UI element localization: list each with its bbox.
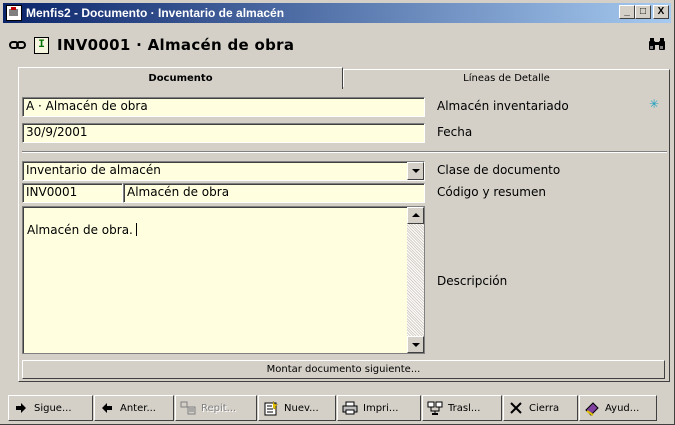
bottom-toolbar: Sigue... Anter... Repit... Nuev... Impri… [8, 395, 658, 423]
maximize-button[interactable]: □ [635, 5, 651, 19]
help-book-icon [584, 400, 600, 416]
scroll-down-icon[interactable] [407, 336, 424, 353]
close-button[interactable]: X [653, 5, 669, 19]
codigo-field[interactable]: INV0001 [22, 183, 123, 203]
descripcion-text: Almacén de obra. [27, 223, 133, 237]
vertical-scrollbar[interactable] [407, 207, 424, 353]
next-document-button[interactable]: Montar documento siguiente... [22, 360, 665, 379]
minimize-button[interactable]: _ [619, 5, 635, 19]
link-icon[interactable] [9, 39, 27, 51]
tab-strip: Documento Líneas de Detalle [18, 67, 670, 89]
arrow-left-icon [99, 400, 115, 416]
imprimir-button[interactable]: Impri... [337, 395, 421, 421]
app-icon[interactable] [6, 5, 22, 21]
anterior-button[interactable]: Anter... [94, 395, 174, 421]
document-header: I INV0001 · Almacén de obra [3, 25, 671, 65]
tab-lineas-detalle[interactable]: Líneas de Detalle [343, 69, 670, 87]
codigo-label: Código y resumen [437, 185, 546, 199]
nuevo-button[interactable]: Nuev... [258, 395, 336, 421]
almacen-field[interactable]: A · Almacén de obra [22, 97, 425, 117]
clase-combo-value: Inventario de almacén [26, 163, 161, 177]
asterisk-icon[interactable]: ✳ [649, 97, 659, 111]
repeat-icon [180, 400, 196, 416]
document-title: INV0001 · Almacén de obra [57, 36, 295, 54]
document-type-icon: I [34, 36, 49, 54]
resumen-field[interactable]: Almacén de obra [123, 183, 425, 203]
title-bar[interactable]: Menfis2 - Documento · Inventario de alma… [3, 3, 671, 23]
trasladar-button[interactable]: Trasl... [422, 395, 502, 421]
fecha-label: Fecha [437, 125, 473, 139]
printer-icon [342, 400, 358, 416]
fecha-field[interactable]: 30/9/2001 [22, 123, 425, 143]
descripcion-textarea[interactable]: Almacén de obra. [22, 206, 425, 354]
new-doc-icon [263, 400, 279, 416]
text-caret [135, 223, 137, 236]
binoculars-icon[interactable] [648, 37, 666, 51]
ayuda-button[interactable]: Ayud... [579, 395, 657, 421]
arrow-right-icon [13, 400, 29, 416]
cerrar-button[interactable]: Cierra [503, 395, 578, 421]
caption-buttons: _ □ X [619, 5, 669, 19]
almacen-label: Almacén inventariado [437, 99, 569, 113]
repetir-button[interactable]: Repit... [175, 395, 257, 421]
clase-label: Clase de documento [437, 163, 561, 177]
main-window: Menfis2 - Documento · Inventario de alma… [0, 0, 675, 425]
tab-documento[interactable]: Documento [18, 67, 343, 89]
chevron-down-icon[interactable] [407, 162, 424, 180]
separator [22, 151, 667, 153]
window-title: Menfis2 - Documento · Inventario de alma… [26, 6, 285, 20]
scroll-up-icon[interactable] [407, 207, 424, 224]
descripcion-label: Descripción [437, 274, 508, 288]
clase-combo[interactable]: Inventario de almacén [22, 161, 425, 181]
close-x-icon [508, 400, 524, 416]
siguiente-button[interactable]: Sigue... [8, 395, 93, 421]
transfer-icon [427, 400, 443, 416]
